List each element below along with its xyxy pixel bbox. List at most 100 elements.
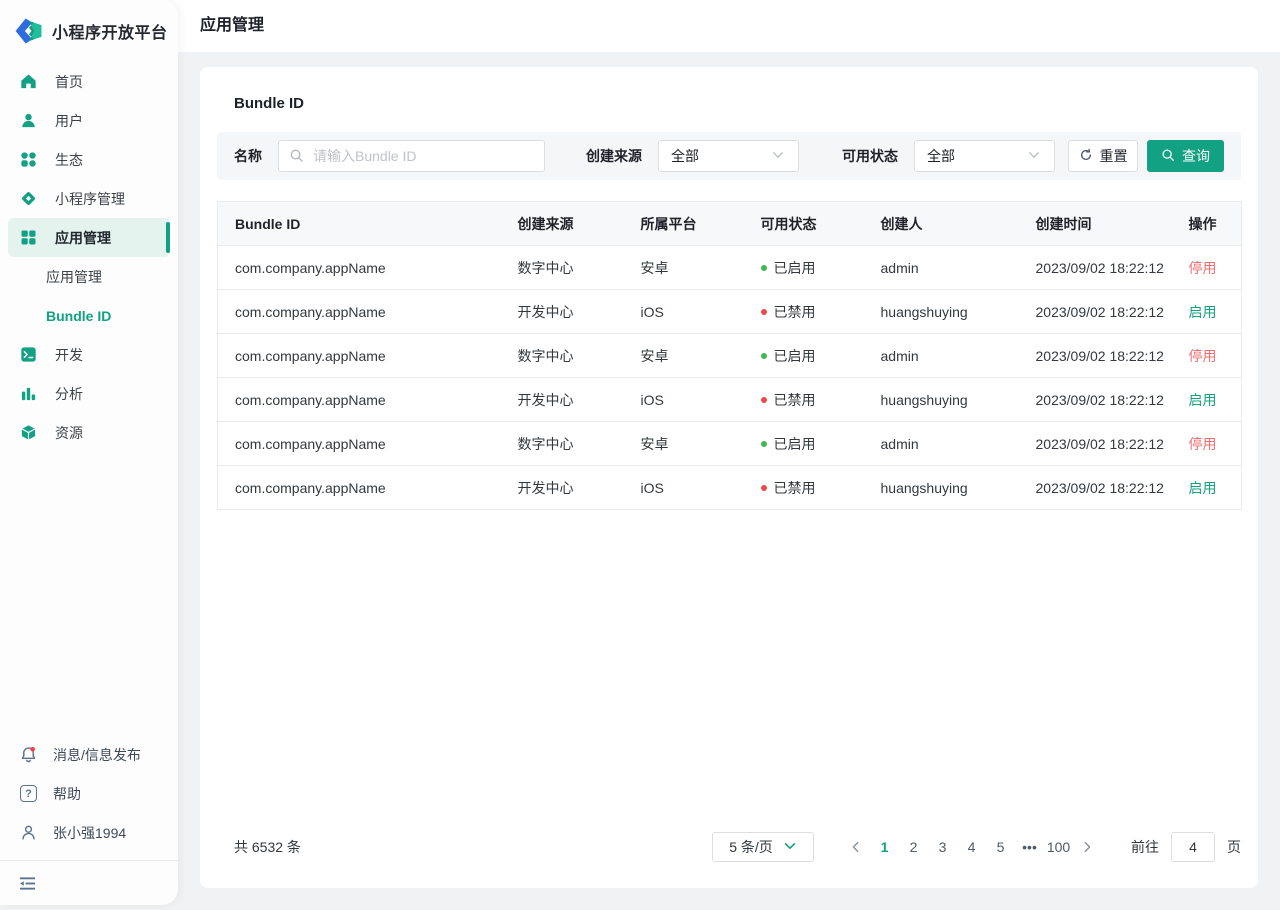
- cell-platform: 安卓: [641, 334, 761, 378]
- col-created-at: 创建时间: [1036, 202, 1189, 246]
- reset-button[interactable]: 重置: [1068, 140, 1138, 172]
- cell-creator: huangshuying: [881, 290, 1036, 334]
- sidebar-item-messages[interactable]: 消息/信息发布: [0, 735, 178, 774]
- sidebar-item-help[interactable]: ? 帮助: [0, 774, 178, 813]
- status-badge: 已禁用: [761, 302, 816, 322]
- enable-action-link[interactable]: 启用: [1189, 392, 1217, 408]
- sidebar-item-resources[interactable]: 资源: [0, 413, 178, 452]
- cell-bundle-id: com.company.appName: [218, 378, 518, 422]
- cell-created-at: 2023/09/02 18:22:12: [1036, 466, 1189, 510]
- cell-platform: iOS: [641, 466, 761, 510]
- disable-action-link[interactable]: 停用: [1189, 260, 1217, 276]
- table-row: com.company.appName 开发中心 iOS 已禁用 huangsh…: [218, 466, 1242, 510]
- disable-action-link[interactable]: 停用: [1189, 436, 1217, 452]
- brand: 小程序开放平台: [0, 0, 178, 48]
- cell-bundle-id: com.company.appName: [218, 290, 518, 334]
- chevron-down-icon: [1027, 148, 1044, 165]
- status-filter-label: 可用状态: [842, 146, 898, 166]
- status-dot-disabled: [761, 309, 767, 315]
- cell-platform: 安卓: [641, 422, 761, 466]
- sidebar-item-app-management[interactable]: 应用管理: [8, 218, 170, 257]
- cell-source: 开发中心: [518, 378, 641, 422]
- pagination-bar: 共 6532 条 5 条/页 1 2 3 4 5 ••• 100: [234, 832, 1241, 862]
- next-page-icon[interactable]: [1073, 840, 1101, 854]
- cell-source: 数字中心: [518, 334, 641, 378]
- app-logo-icon: [14, 16, 44, 46]
- sidebar-item-ecosystem[interactable]: 生态: [0, 140, 178, 179]
- cell-platform: 安卓: [641, 246, 761, 290]
- enable-action-link[interactable]: 启用: [1189, 480, 1217, 496]
- sidebar-item-home[interactable]: 首页: [0, 62, 178, 101]
- status-dot-enabled: [761, 265, 767, 271]
- page-number-5[interactable]: 5: [986, 839, 1015, 855]
- disable-action-link[interactable]: 停用: [1189, 348, 1217, 364]
- bundle-id-search-box[interactable]: [278, 140, 545, 172]
- source-filter-label: 创建来源: [586, 146, 642, 166]
- status-badge: 已启用: [761, 346, 816, 366]
- page-number-3[interactable]: 3: [928, 839, 957, 855]
- collapse-sidebar-button[interactable]: [0, 861, 178, 905]
- bell-icon: [20, 746, 37, 763]
- prev-page-icon[interactable]: [842, 840, 870, 854]
- cell-creator: huangshuying: [881, 466, 1036, 510]
- page-size-select[interactable]: 5 条/页: [712, 832, 814, 862]
- cell-created-at: 2023/09/02 18:22:12: [1036, 246, 1189, 290]
- sidebar-item-analytics[interactable]: 分析: [0, 374, 178, 413]
- sidebar-subitem-app-management[interactable]: 应用管理: [0, 257, 178, 296]
- cell-bundle-id: com.company.appName: [218, 246, 518, 290]
- query-button[interactable]: 查询: [1147, 140, 1224, 172]
- cell-bundle-id: com.company.appName: [218, 334, 518, 378]
- chevron-down-icon: [771, 148, 788, 165]
- status-badge: 已禁用: [761, 390, 816, 410]
- enable-action-link[interactable]: 启用: [1189, 304, 1217, 320]
- page-unit-label: 页: [1227, 837, 1241, 857]
- page-ellipsis[interactable]: •••: [1015, 839, 1044, 855]
- goto-page-input[interactable]: [1171, 832, 1215, 862]
- col-bundle-id: Bundle ID: [218, 202, 518, 246]
- cell-bundle-id: com.company.appName: [218, 466, 518, 510]
- cell-source: 开发中心: [518, 290, 641, 334]
- apps-grid-icon: [20, 229, 37, 246]
- sidebar-item-users[interactable]: 用户: [0, 101, 178, 140]
- status-select[interactable]: 全部: [914, 140, 1055, 172]
- search-icon: [1161, 148, 1175, 165]
- sidebar-item-account[interactable]: 张小强1994: [0, 813, 178, 852]
- col-source: 创建来源: [518, 202, 641, 246]
- user-icon: [20, 112, 37, 129]
- query-button-label: 查询: [1182, 146, 1210, 166]
- col-status: 可用状态: [761, 202, 881, 246]
- cell-creator: huangshuying: [881, 378, 1036, 422]
- table-row: com.company.appName 数字中心 安卓 已启用 admin 20…: [218, 246, 1242, 290]
- table-header-row: Bundle ID 创建来源 所属平台 可用状态 创建人 创建时间 操作: [218, 202, 1242, 246]
- source-select-value: 全部: [671, 146, 699, 166]
- main-content: Bundle ID 名称 创建来源 全部 可用状态 全部: [178, 52, 1280, 910]
- status-dot-disabled: [761, 485, 767, 491]
- page-number-2[interactable]: 2: [899, 839, 928, 855]
- status-dot-enabled: [761, 353, 767, 359]
- cell-created-at: 2023/09/02 18:22:12: [1036, 334, 1189, 378]
- table-row: com.company.appName 开发中心 iOS 已禁用 huangsh…: [218, 378, 1242, 422]
- status-dot-enabled: [761, 441, 767, 447]
- cell-platform: iOS: [641, 378, 761, 422]
- bundle-table: Bundle ID 创建来源 所属平台 可用状态 创建人 创建时间 操作 com…: [217, 201, 1242, 510]
- ecosystem-icon: [20, 151, 37, 168]
- page-size-value: 5 条/页: [729, 837, 773, 857]
- top-header-bar: 应用管理: [0, 0, 1280, 52]
- bundle-id-search-input[interactable]: [313, 148, 534, 164]
- page-number-1[interactable]: 1: [870, 839, 899, 855]
- page-number-4[interactable]: 4: [957, 839, 986, 855]
- table-row: com.company.appName 数字中心 安卓 已启用 admin 20…: [218, 334, 1242, 378]
- content-card: Bundle ID 名称 创建来源 全部 可用状态 全部: [200, 67, 1258, 888]
- source-select[interactable]: 全部: [658, 140, 799, 172]
- sidebar-subitem-bundle-id[interactable]: Bundle ID: [0, 296, 178, 335]
- search-icon: [289, 148, 306, 165]
- help-icon: ?: [20, 785, 37, 802]
- page-title: 应用管理: [200, 0, 264, 52]
- diamond-icon: [20, 190, 37, 207]
- sidebar-item-miniprogram[interactable]: 小程序管理: [0, 179, 178, 218]
- sidebar-item-develop[interactable]: 开发: [0, 335, 178, 374]
- total-count: 共 6532 条: [234, 837, 301, 857]
- page-number-100[interactable]: 100: [1044, 839, 1073, 855]
- cell-created-at: 2023/09/02 18:22:12: [1036, 290, 1189, 334]
- refresh-icon: [1079, 148, 1093, 165]
